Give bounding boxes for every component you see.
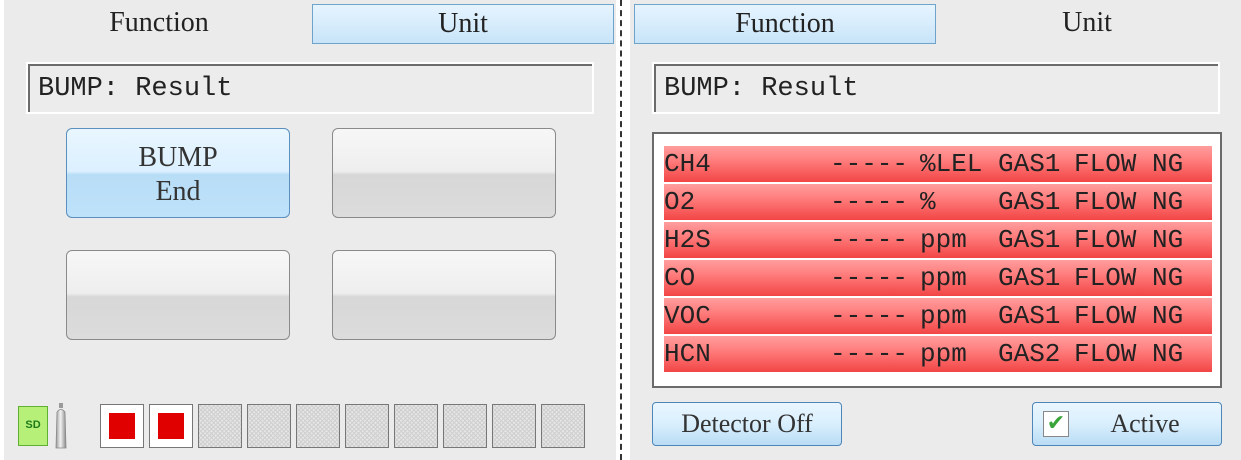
function-button-2[interactable] — [332, 128, 556, 218]
function-screen: Function Unit BUMP: Result BUMP End SD — [4, 0, 616, 460]
gas-channel: GAS1 — [998, 149, 1061, 179]
gas-status: FLOW — [1074, 339, 1137, 369]
gas-unit: % — [920, 187, 936, 217]
active-button[interactable]: ✔ Active — [1032, 402, 1222, 446]
detector-off-button[interactable]: Detector Off — [652, 402, 842, 446]
sensor-slot — [394, 404, 438, 448]
gas-channel: GAS1 — [998, 225, 1061, 255]
page-title: BUMP: Result — [652, 62, 1220, 114]
sensor-slot — [296, 404, 340, 448]
gas-result: NG — [1152, 263, 1184, 293]
gas-bottle-icon — [55, 403, 67, 449]
gas-channel: GAS1 — [998, 263, 1061, 293]
result-row: H2S ----- ppm GAS1 FLOW NG — [664, 222, 1212, 258]
gas-value: ----- — [830, 187, 909, 217]
sensor-slot — [100, 404, 144, 448]
checkmark-icon: ✔ — [1043, 411, 1069, 437]
gas-value: ----- — [830, 225, 909, 255]
gas-name: VOC — [664, 301, 711, 331]
gas-name: O2 — [664, 187, 696, 217]
gas-result: NG — [1152, 301, 1184, 331]
bump-end-button[interactable]: BUMP End — [66, 128, 290, 218]
gas-result: NG — [1152, 225, 1184, 255]
gas-status: FLOW — [1074, 301, 1137, 331]
result-row: O2 ----- % GAS1 FLOW NG — [664, 184, 1212, 220]
sensor-slot — [492, 404, 536, 448]
gas-value: ----- — [830, 339, 909, 369]
function-button-4[interactable] — [332, 250, 556, 340]
gas-unit: ppm — [920, 301, 967, 331]
gas-name: HCN — [664, 339, 711, 369]
active-label: Active — [1110, 409, 1180, 438]
sensor-slot — [443, 404, 487, 448]
gas-value: ----- — [830, 149, 909, 179]
gas-status: FLOW — [1074, 149, 1137, 179]
gas-channel: GAS1 — [998, 301, 1061, 331]
gas-value: ----- — [830, 301, 909, 331]
result-row: VOC ----- ppm GAS1 FLOW NG — [664, 298, 1212, 334]
gas-channel: GAS2 — [998, 339, 1061, 369]
tab-function[interactable]: Function — [8, 4, 310, 44]
gas-unit: ppm — [920, 263, 967, 293]
result-row: HCN ----- ppm GAS2 FLOW NG — [664, 336, 1212, 372]
gas-result: NG — [1152, 339, 1184, 369]
sensor-slot — [345, 404, 389, 448]
button-label-line2: End — [155, 176, 201, 207]
gas-name: CH4 — [664, 149, 711, 179]
sensor-slot — [149, 404, 193, 448]
gas-status: FLOW — [1074, 187, 1137, 217]
gas-unit: ppm — [920, 225, 967, 255]
tab-unit[interactable]: Unit — [936, 4, 1238, 44]
sensor-slot — [198, 404, 242, 448]
result-row: CH4 ----- %LEL GAS1 FLOW NG — [664, 146, 1212, 182]
gas-result: NG — [1152, 149, 1184, 179]
gas-status: FLOW — [1074, 263, 1137, 293]
sensor-slot — [541, 404, 585, 448]
tab-function[interactable]: Function — [634, 4, 936, 44]
gas-value: ----- — [830, 263, 909, 293]
screen-divider — [620, 0, 622, 460]
function-button-3[interactable] — [66, 250, 290, 340]
gas-status: FLOW — [1074, 225, 1137, 255]
tab-unit[interactable]: Unit — [312, 4, 614, 44]
button-label-line1: BUMP — [138, 142, 218, 173]
gas-unit: %LEL — [920, 149, 983, 179]
page-title: BUMP: Result — [26, 62, 594, 114]
gas-result: NG — [1152, 187, 1184, 217]
result-row: CO ----- ppm GAS1 FLOW NG — [664, 260, 1212, 296]
gas-name: H2S — [664, 225, 711, 255]
bump-result-list: CH4 ----- %LEL GAS1 FLOW NG O2 ----- % G… — [652, 132, 1222, 388]
gas-unit: ppm — [920, 339, 967, 369]
unit-screen: Function Unit BUMP: Result CH4 ----- %LE… — [630, 0, 1241, 460]
sensor-slot — [247, 404, 291, 448]
gas-name: CO — [664, 263, 696, 293]
gas-channel: GAS1 — [998, 187, 1061, 217]
sd-card-icon: SD — [18, 406, 48, 446]
